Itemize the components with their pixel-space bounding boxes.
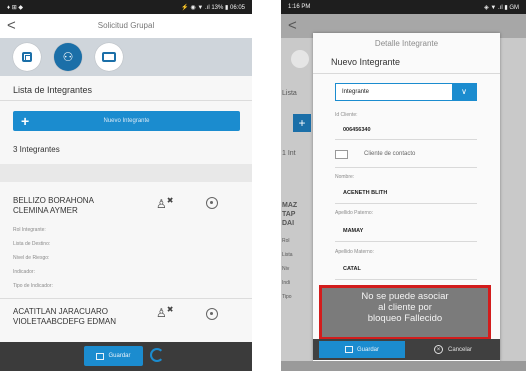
add-user-icon[interactable]: ♙✖ <box>156 305 173 320</box>
maternal-surname-label: Apellido Materno: <box>335 249 374 255</box>
divider <box>335 139 477 140</box>
dimmed-text: Indi <box>282 280 291 286</box>
right-phone-screen: 1:16 PM ◈ ▼ .ıl ▮ GM < Lista + 1 Int MAZ… <box>281 0 526 371</box>
contact-client-label: Cliente de contacto <box>364 151 416 157</box>
dialog-title: Detalle Integrante <box>374 39 439 48</box>
dimmed-bottom-bar <box>281 361 526 371</box>
role-select-value: Integrante <box>342 89 370 95</box>
role-select[interactable]: Integrante ∨ <box>335 83 477 101</box>
target-icon[interactable] <box>206 308 218 320</box>
name-label: Nombre: <box>335 174 355 180</box>
status-bar: 1:16 PM ◈ ▼ .ıl ▮ GM <box>281 0 526 14</box>
save-icon <box>344 346 353 353</box>
members-list-title: Lista de Integrantes <box>13 85 93 95</box>
dialog-subtitle: Nuevo Integrante <box>331 57 401 67</box>
alert-line: al cliente por <box>378 302 432 313</box>
member-field: Rol Integrante: <box>13 227 46 233</box>
error-alert: No se puede asociar al cliente por bloqu… <box>319 285 491 340</box>
cancel-button[interactable]: × Cancelar <box>413 341 493 358</box>
dimmed-text: Lista <box>282 252 293 258</box>
dimmed-text: MAZ <box>282 202 298 209</box>
dialog-action-bar: Guardar × Cancelar <box>313 339 500 360</box>
tab-group-members[interactable]: ⚇ <box>54 43 82 71</box>
dimmed-text: DAI <box>282 220 295 227</box>
status-right: ⚡ ◉ ▼ .ıl 13% ▮ 06:05 <box>181 4 245 11</box>
member-name: BELLIZO BORAHONA CLEMINA AYMER <box>13 196 133 216</box>
cancel-label: Cancelar <box>447 346 472 353</box>
back-arrow-icon: < <box>288 17 297 34</box>
member-field: Lista de Destino: <box>13 241 51 247</box>
status-left: 1:16 PM <box>288 4 311 10</box>
target-icon[interactable] <box>206 197 218 209</box>
members-count: 3 Integrantes <box>13 145 60 154</box>
save-button[interactable]: Guardar <box>319 341 405 358</box>
divider <box>335 241 477 242</box>
divider <box>335 203 477 204</box>
dimmed-text: Niv <box>282 266 290 272</box>
save-label: Guardar <box>108 353 131 359</box>
client-id-value: 006456340 <box>343 127 371 133</box>
add-member-button[interactable]: + Nuevo Integrante <box>13 111 240 131</box>
dimmed-add-button: + <box>293 114 311 132</box>
member-name: ACATITLAN JARACUARO VIOLETAABCDEFG EDMAN <box>13 307 133 327</box>
page-title: Solicitud Grupal <box>97 21 155 30</box>
dimmed-text: 1 Int <box>282 150 296 157</box>
dimmed-tab-icon <box>291 50 309 68</box>
divider <box>0 100 252 101</box>
member-field: Nivel de Riesgo: <box>13 255 50 261</box>
member-name-line-1: ACATITLAN JARACUARO <box>13 307 108 316</box>
alert-line: bloqueo Fallecido <box>367 313 443 324</box>
member-name-line-2: VIOLETAABCDEFG EDMAN <box>13 317 116 326</box>
maternal-surname-value: CATAL <box>343 266 361 272</box>
member-card[interactable]: ACATITLAN JARACUARO VIOLETAABCDEFG EDMAN… <box>0 305 252 333</box>
left-phone-screen: ♦ ⊞ ◆ ⚡ ◉ ▼ .ıl 13% ▮ 06:05 < Solicitud … <box>0 0 252 371</box>
member-field: Indicador: <box>13 269 35 275</box>
dimmed-text: Tipo <box>282 294 292 300</box>
status-right: ◈ ▼ .ıl ▮ GM <box>484 4 519 11</box>
dimmed-text: Lista <box>282 90 297 97</box>
divider <box>335 167 477 168</box>
group-icon: ⚇ <box>62 50 74 64</box>
save-label: Guardar <box>356 346 379 353</box>
dimmed-text: TAP <box>282 211 296 218</box>
divider <box>0 298 252 299</box>
close-icon: × <box>433 345 443 354</box>
name-value: ACENETH BLITH <box>343 190 388 196</box>
dimmed-text: Rol <box>282 238 290 244</box>
alert-line: No se puede asociar <box>361 291 449 302</box>
paternal-surname-label: Apellido Paterno: <box>335 210 374 216</box>
bottom-action-bar: Guardar <box>0 342 252 371</box>
list-separator-band <box>0 164 252 182</box>
member-card[interactable]: BELLIZO BORAHONA CLEMINA AYMER ♙✖ Rol In… <box>0 196 252 296</box>
member-name-line-2: CLEMINA AYMER <box>13 206 78 215</box>
divider <box>313 73 500 74</box>
card-icon <box>102 52 116 62</box>
status-bar: ♦ ⊞ ◆ ⚡ ◉ ▼ .ıl 13% ▮ 06:05 <box>0 0 252 14</box>
chevron-down-icon[interactable]: ∨ <box>452 84 476 100</box>
paternal-surname-value: MAMAY <box>343 228 364 234</box>
tab-card[interactable] <box>95 43 123 71</box>
member-name-line-1: BELLIZO BORAHONA <box>13 196 94 205</box>
grid-icon <box>22 52 32 62</box>
member-field: Tipo de Indicador: <box>13 283 53 289</box>
client-id-label: Id Cliente: <box>335 112 358 118</box>
save-button[interactable]: Guardar <box>84 346 143 366</box>
app-header: < Solicitud Grupal <box>0 14 252 39</box>
contact-client-checkbox[interactable] <box>335 150 348 159</box>
tab-grid[interactable] <box>13 43 41 71</box>
status-left: ♦ ⊞ ◆ <box>7 4 24 11</box>
save-icon <box>96 352 105 360</box>
divider <box>335 279 477 280</box>
refresh-icon[interactable] <box>150 348 164 362</box>
add-member-label: Nuevo Integrante <box>103 118 150 124</box>
section-icon-tabs: ⚇ <box>0 38 252 76</box>
add-user-icon[interactable]: ♙✖ <box>156 196 173 211</box>
